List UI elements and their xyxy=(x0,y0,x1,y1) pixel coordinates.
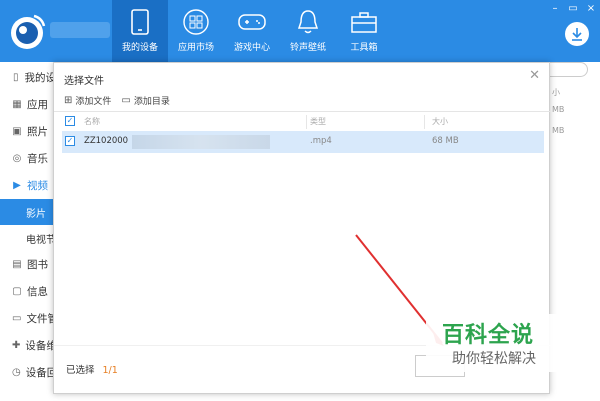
table-row[interactable]: ✓ ZZ102000 .mp4 68 MB xyxy=(62,131,544,153)
plus-icon: ⊞ xyxy=(64,95,73,106)
wrench-icon: ✚ xyxy=(12,340,21,351)
folder-icon: ▭ xyxy=(12,313,22,324)
download-icon xyxy=(572,28,582,41)
message-icon: ▢ xyxy=(12,286,22,297)
add-folder-button[interactable]: ▭ 添加目录 xyxy=(121,94,169,107)
main-nav: 我的设备 应用市场 游戏中心 铃声壁纸 工具箱 xyxy=(112,0,392,62)
sidebar-subitem-tv[interactable]: 电视节 xyxy=(0,225,56,251)
book-icon: ▤ xyxy=(12,259,22,270)
sidebar-item-label: 图书 xyxy=(27,259,48,271)
selected-label: 已选择 xyxy=(66,365,95,376)
video-icon: ▶ xyxy=(13,180,21,191)
nav-my-device[interactable]: 我的设备 xyxy=(112,0,168,62)
music-icon: ◎ xyxy=(12,153,22,164)
column-divider xyxy=(424,115,425,129)
file-name: ZZ102000 xyxy=(84,136,129,146)
file-type: .mp4 xyxy=(310,136,332,146)
sidebar-item-backup[interactable]: ◷ 设备回 xyxy=(0,359,56,386)
background-column-header: 小 xyxy=(552,88,560,97)
nav-ringtones[interactable]: 铃声壁纸 xyxy=(280,0,336,62)
selection-summary: 已选择 1/1 xyxy=(66,362,118,376)
sidebar-item-apps[interactable]: ▦ 应用 xyxy=(0,91,56,118)
background-size-value: MB xyxy=(552,105,565,114)
close-window-button[interactable]: × xyxy=(586,3,596,14)
nav-toolbox[interactable]: 工具箱 xyxy=(336,0,392,62)
select-all-checkbox[interactable]: ✓ xyxy=(65,116,75,126)
phone-icon: ▯ xyxy=(12,72,19,83)
sidebar-item-label: 音乐 xyxy=(27,153,48,165)
sidebar-item-video[interactable]: ▶ 视频 xyxy=(0,172,56,199)
sidebar-item-label: 照片 xyxy=(27,126,48,138)
dialog-title: 选择文件 xyxy=(64,76,104,87)
watermark-title: 百科全说 xyxy=(442,323,535,348)
sidebar-subitem-movies[interactable]: 影片 xyxy=(0,199,56,225)
background-size-value: MB xyxy=(552,126,565,135)
watermark-subtitle: 助你轻松解决 xyxy=(452,351,536,367)
column-header-size[interactable]: 大小 xyxy=(432,116,448,127)
sidebar-item-music[interactable]: ◎ 音乐 xyxy=(0,145,56,172)
sidebar-item-label: 设备回 xyxy=(25,367,56,379)
column-divider xyxy=(306,115,307,129)
column-header-type[interactable]: 类型 xyxy=(310,116,326,127)
divider xyxy=(54,111,551,112)
sidebar-item-my-device[interactable]: ▯ 我的设 xyxy=(0,64,56,91)
folder-icon: ▭ xyxy=(121,95,131,106)
sidebar-item-books[interactable]: ▤ 图书 xyxy=(0,251,56,278)
row-checkbox[interactable]: ✓ xyxy=(65,136,75,146)
add-folder-label: 添加目录 xyxy=(133,97,170,107)
gamepad-icon xyxy=(237,7,267,37)
sidebar-item-label: 应用 xyxy=(27,99,48,111)
sidebar-item-maintenance[interactable]: ✚ 设备维 xyxy=(0,332,56,359)
download-button[interactable] xyxy=(565,22,589,46)
phone-icon xyxy=(125,7,155,37)
top-bar: 我的设备 应用市场 游戏中心 铃声壁纸 工具箱 – ▭ × xyxy=(0,0,600,62)
apps-icon: ▦ xyxy=(12,99,22,110)
add-file-label: 添加文件 xyxy=(75,97,112,107)
column-header-name[interactable]: 名称 xyxy=(84,116,100,127)
app-logo-icon xyxy=(6,10,48,52)
nav-label: 游戏中心 xyxy=(233,43,270,53)
toolbox-icon xyxy=(349,7,379,37)
window-controls: – ▭ × xyxy=(550,3,596,14)
minimize-button[interactable]: – xyxy=(550,3,560,14)
sidebar-item-label: 我的设 xyxy=(24,72,57,84)
apps-grid-icon xyxy=(181,7,211,37)
sidebar-item-label: 设备维 xyxy=(25,340,56,352)
sidebar-item-label: 视频 xyxy=(27,180,48,192)
nav-label: 铃声壁纸 xyxy=(289,43,326,53)
photo-icon: ▣ xyxy=(12,126,22,137)
nav-label: 我的设备 xyxy=(121,43,158,53)
app-name-blurred xyxy=(50,22,110,38)
nav-app-market[interactable]: 应用市场 xyxy=(168,0,224,62)
file-table-header: ✓ 名称 类型 大小 xyxy=(62,115,547,129)
add-file-button[interactable]: ⊞ 添加文件 xyxy=(64,94,111,107)
nav-label: 工具箱 xyxy=(350,43,378,53)
sidebar: ▯ 我的设 ▦ 应用 ▣ 照片 ◎ 音乐 ▶ 视频 影片 电视节 ▤ 图书 ▢ 信息 ▭ 文件管… xyxy=(0,62,56,401)
file-size: 68 MB xyxy=(432,136,459,146)
sidebar-item-messages[interactable]: ▢ 信息 xyxy=(0,278,56,305)
file-name-blurred xyxy=(132,135,270,149)
nav-game-center[interactable]: 游戏中心 xyxy=(224,0,280,62)
selected-count: 1/1 xyxy=(102,365,118,376)
bell-icon xyxy=(293,7,323,37)
backup-icon: ◷ xyxy=(12,367,21,378)
sidebar-item-files[interactable]: ▭ 文件管 xyxy=(0,305,56,332)
dialog-close-button[interactable]: ✕ xyxy=(529,68,540,83)
sidebar-item-label: 文件管 xyxy=(26,313,56,325)
watermark: 百科全说 助你轻松解决 xyxy=(426,314,576,372)
dialog-toolbar: ⊞ 添加文件 ▭ 添加目录 xyxy=(64,94,170,107)
nav-label: 应用市场 xyxy=(177,43,214,53)
maximize-button[interactable]: ▭ xyxy=(568,3,578,14)
sidebar-item-photos[interactable]: ▣ 照片 xyxy=(0,118,56,145)
sidebar-item-label: 信息 xyxy=(27,286,48,298)
